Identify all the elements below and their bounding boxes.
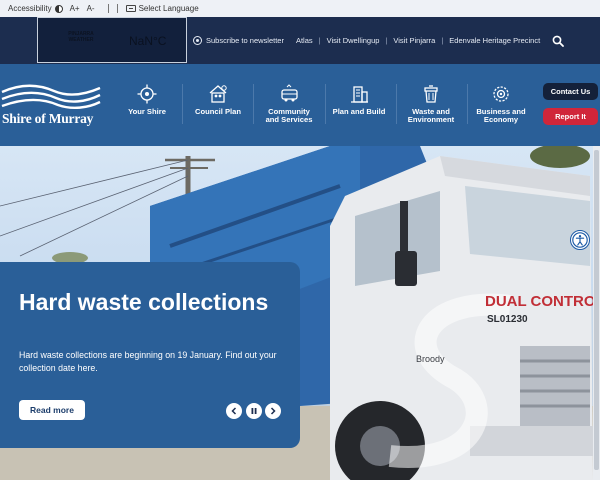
nav-plan-build[interactable]: Plan and Build (328, 84, 390, 128)
font-decrease-button[interactable]: A- (87, 4, 95, 13)
carousel-next-button[interactable] (265, 403, 281, 419)
nav-council-plan[interactable]: Council Plan (188, 84, 248, 128)
carousel-pause-button[interactable] (246, 403, 262, 419)
link-separator: | (318, 36, 321, 45)
nav-label-plan-build: Plan and Build (332, 107, 386, 116)
chevron-left-icon (231, 407, 237, 415)
utility-divider (107, 4, 109, 13)
hero-description: Hard waste collections are beginning on … (19, 350, 277, 373)
font-increase-button[interactable]: A+ (70, 4, 80, 13)
nav-label-community-services: Community and Services (265, 107, 313, 124)
link-separator: | (385, 36, 388, 45)
nav-label-council-plan: Council Plan (195, 107, 241, 116)
nav-business-economy[interactable]: Business and Economy (470, 84, 532, 128)
building-plan-icon (351, 86, 368, 103)
truck-registration-text: SL01230 (487, 314, 528, 325)
nav-divider (325, 84, 326, 124)
visit-dwellingup-link[interactable]: Visit Dwellingup (327, 36, 380, 45)
accessibility-toggle[interactable]: Accessibility (8, 4, 63, 13)
logo-waves-icon (1, 84, 101, 110)
nav-label-your-shire: Your Shire (128, 107, 166, 116)
report-it-button[interactable]: Report It (543, 108, 598, 125)
shire-logo[interactable]: Shire of Murray (0, 82, 102, 130)
weather-temperature: NaN°C (129, 34, 167, 48)
main-nav: Shire of Murray Your Shire Council Plan … (0, 64, 600, 146)
nav-divider (182, 84, 183, 124)
waste-bin-icon (424, 85, 438, 103)
contact-us-button[interactable]: Contact Us (543, 83, 598, 100)
weather-location-label: PINJARRA WEATHER (61, 31, 101, 43)
truck-dual-control-text: DUAL CONTROL (485, 293, 600, 310)
language-selector[interactable]: Select Language (125, 4, 199, 13)
contrast-icon[interactable] (54, 4, 63, 13)
utility-bar: Accessibility A+ A- Select Language (0, 0, 600, 17)
edenvale-link[interactable]: Edenvale Heritage Precinct (449, 36, 540, 45)
top-links: Subscribe to newsletter Atlas | Visit Dw… (193, 17, 540, 64)
nav-label-business-economy: Business and Economy (476, 107, 526, 124)
nav-your-shire[interactable]: Your Shire (117, 84, 177, 128)
carousel-prev-button[interactable] (226, 403, 242, 419)
weather-label-line2: WEATHER (68, 37, 94, 43)
weather-widget: PINJARRA WEATHER NaN°C (37, 17, 187, 63)
accessibility-widget-icon[interactable] (570, 230, 590, 250)
nav-divider (396, 84, 397, 124)
hero-title: Hard waste collections (19, 289, 269, 315)
atlas-link[interactable]: Atlas (296, 36, 313, 45)
newsletter-link[interactable]: Subscribe to newsletter (206, 36, 284, 45)
page: Accessibility A+ A- Select Language PINJ… (0, 0, 600, 480)
truck-name-text: Broody (416, 354, 445, 364)
translate-icon (125, 5, 136, 12)
accessibility-label: Accessibility (8, 4, 52, 13)
community-bus-icon (281, 84, 298, 102)
nav-divider (467, 84, 468, 124)
search-icon[interactable] (552, 35, 564, 47)
logo-text: Shire of Murray (2, 111, 94, 126)
link-separator: | (441, 36, 444, 45)
compass-icon (137, 84, 157, 104)
read-more-button[interactable]: Read more (19, 400, 85, 420)
hero-scrollbar-thumb[interactable] (594, 150, 599, 470)
nav-label-waste-environment: Waste and Environment (407, 107, 455, 124)
pause-icon (251, 408, 257, 414)
business-gear-icon (493, 86, 509, 102)
top-bar: PINJARRA WEATHER NaN°C Subscribe to news… (0, 17, 600, 64)
visit-pinjarra-link[interactable]: Visit Pinjarra (393, 36, 435, 45)
nav-community-services[interactable]: Community and Services (258, 84, 320, 128)
utility-divider (116, 4, 118, 13)
newsletter-icon (193, 36, 202, 45)
language-label: Select Language (138, 4, 199, 13)
nav-divider (253, 84, 254, 124)
chevron-right-icon (270, 407, 276, 415)
nav-waste-environment[interactable]: Waste and Environment (400, 84, 462, 128)
hero-card: Hard waste collections Hard waste collec… (0, 262, 300, 448)
house-people-icon (209, 85, 227, 103)
